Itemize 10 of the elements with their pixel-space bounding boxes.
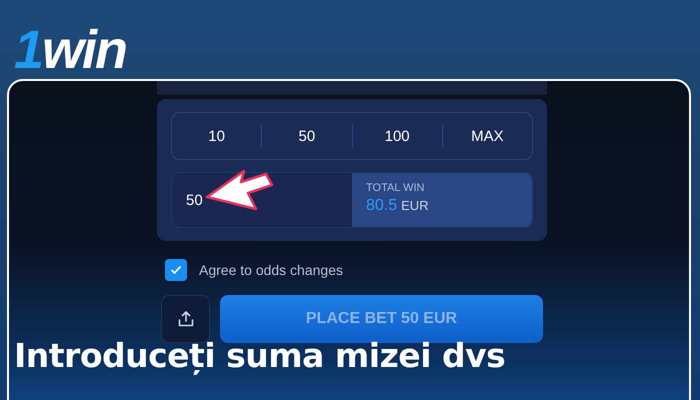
share-icon [176,310,194,328]
share-button[interactable] [161,295,210,343]
checkbox[interactable] [165,259,187,281]
checkbox-label: Agree to odds changes [199,262,343,278]
check-icon [170,265,182,275]
amount-button[interactable]: 50 [261,125,352,147]
amount-button[interactable]: 100 [352,125,442,147]
logo: 1win [14,22,126,78]
amount-button[interactable]: 10 [172,113,262,159]
amount-button[interactable]: MAX [442,125,532,147]
